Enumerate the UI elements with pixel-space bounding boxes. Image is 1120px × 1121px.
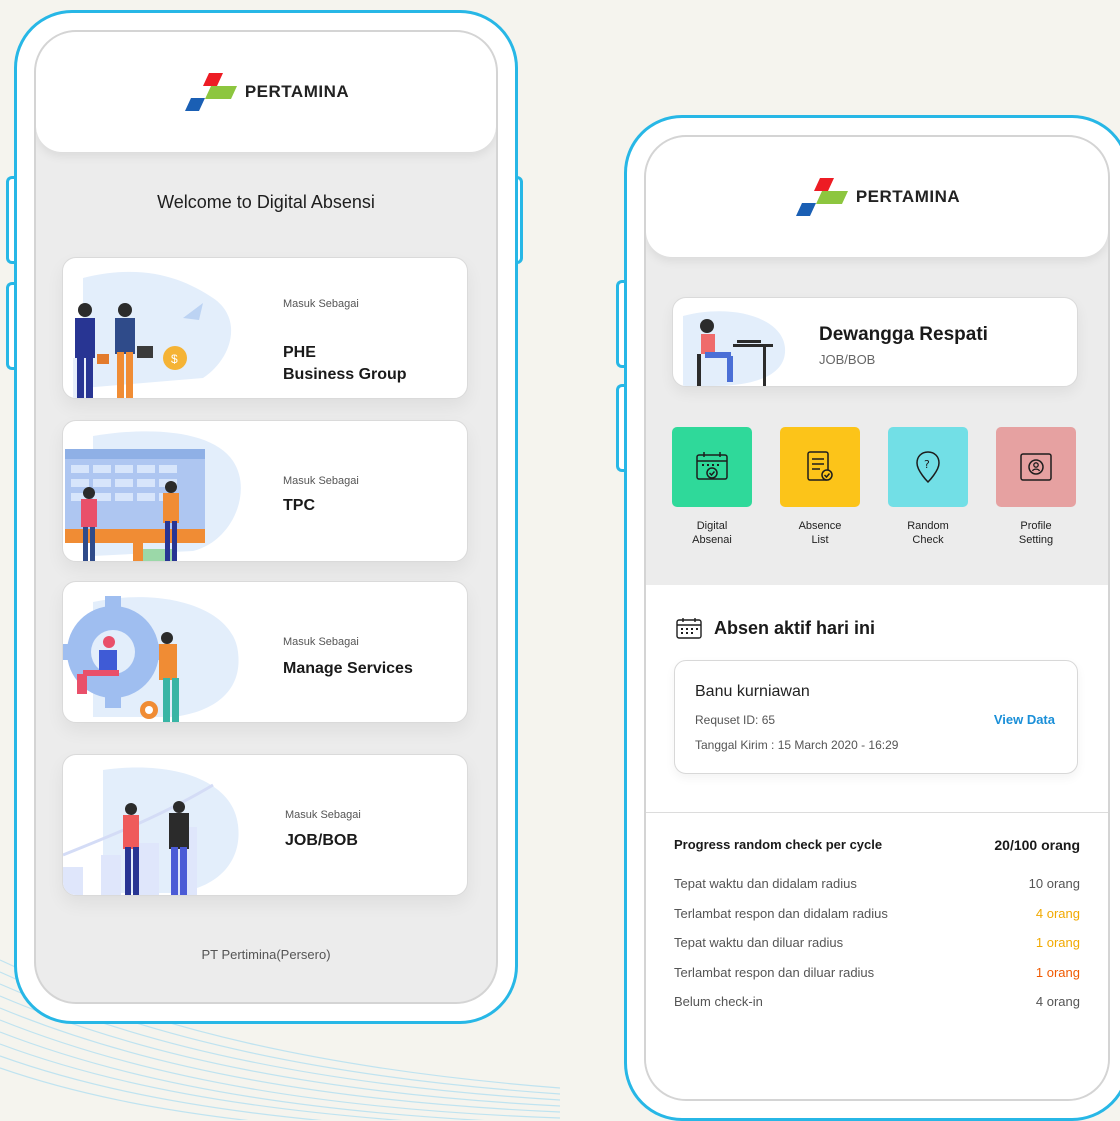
location-question-icon: ? — [916, 451, 940, 484]
calendar-team-illustration — [65, 431, 241, 561]
logo-text: PERTAMINA — [244, 82, 350, 101]
request-card[interactable]: Banu kurniawan Requset ID: 65 Tanggal Ki… — [674, 660, 1078, 774]
menu-label-line1: Absence — [798, 520, 842, 532]
pertamina-logo-icon — [795, 178, 848, 216]
gear-team-illustration — [63, 596, 239, 722]
menu-label-line2: Check — [912, 534, 944, 546]
progress-row: Tepat waktu dan didalam radius 10 orang — [674, 876, 1080, 896]
menu-label-line1: Digital — [696, 520, 728, 532]
absence-list-tile[interactable] — [780, 427, 860, 507]
progress-row: Belum check-in 4 orang — [674, 994, 1080, 1014]
progress-row: Terlambat respon dan didalam radius 4 ora… — [674, 906, 1080, 926]
logo-text: PERTAMINA — [855, 187, 961, 206]
progress-row-value: 1 orang — [1035, 935, 1080, 950]
digital-absensi-tile[interactable] — [672, 427, 752, 507]
role-name: Manage Services — [283, 658, 413, 680]
progress-row-label: Belum check-in — [674, 994, 763, 1009]
profile-role: JOB/BOB — [819, 352, 876, 367]
role-subtitle: Masuk Sebagai — [283, 475, 359, 487]
dashboard-screen: PERTAMINA Dewangga Respati JOB/BOB ? Dig… — [644, 135, 1110, 1101]
progress-row-label: Tepat waktu dan diluar radius — [674, 935, 844, 950]
app-header: PERTAMINA — [36, 32, 496, 152]
menu-label-line2: Setting — [1018, 534, 1054, 546]
role-name-line1: JOB/BOB — [285, 832, 358, 849]
calendar-check-icon — [696, 452, 728, 480]
role-name-line1: PHE — [283, 344, 316, 361]
attendance-panel: Absen aktif hari ini Banu kurniawan Requ… — [646, 585, 1108, 1099]
app-header: PERTAMINA — [646, 137, 1108, 257]
digital-absensi-label: Digital Absenai — [662, 519, 762, 547]
role-name-line2: Business Group — [283, 366, 407, 383]
role-name-line1: Manage Services — [283, 660, 413, 677]
welcome-title: Welcome to Digital Absensi — [157, 192, 375, 212]
section-title-text: Absen aktif hari ini — [714, 617, 876, 638]
progress-title: Progress random check per cycle — [674, 837, 883, 852]
role-name: TPC — [283, 495, 315, 517]
progress-row-value: 4 orang — [1035, 994, 1080, 1009]
role-card-manage-services[interactable]: Masuk Sebagai Manage Services — [62, 581, 468, 723]
document-check-icon — [807, 451, 833, 481]
login-screen: PERTAMINA Welcome to Digital Absensi $ M… — [34, 30, 498, 1004]
progress-row: Terlambat respon dan diluar radius 1 oran… — [674, 965, 1080, 985]
progress-row-label: Terlambat respon dan diluar radius — [674, 964, 875, 980]
phone-frame-dashboard: PERTAMINA Dewangga Respati JOB/BOB ? Dig… — [624, 115, 1120, 1121]
random-check-tile[interactable]: ? — [888, 427, 968, 507]
section-title: Absen aktif hari ini — [676, 617, 875, 639]
role-name-line1: TPC — [283, 497, 315, 514]
profile-name: Dewangga Respati — [819, 324, 988, 345]
divider — [646, 812, 1108, 813]
company-footer: PT Pertimina(Persero) — [201, 947, 331, 962]
progress-row-label: Terlambat respon dan didalam radius — [674, 905, 888, 921]
progress-row-value: 4 orang — [1035, 905, 1080, 921]
menu-label-line1: Profile — [1020, 520, 1052, 532]
profile-card[interactable]: Dewangga Respati JOB/BOB — [672, 297, 1078, 387]
role-subtitle: Masuk Sebagai — [283, 298, 359, 310]
progress-row-value: 1 orang — [1035, 964, 1080, 980]
request-name: Banu kurniawan — [695, 683, 810, 700]
menu-label-line1: Random — [907, 520, 949, 532]
request-id: Requset ID: 65 — [695, 713, 776, 727]
pertamina-logo: PERTAMINA — [794, 176, 960, 218]
progress-row: Tepat waktu dan diluar radius 1 orang — [674, 935, 1080, 955]
absence-list-label: Absence List — [770, 519, 870, 547]
request-date: Tanggal Kirim : 15 March 2020 - 16:29 — [695, 738, 899, 752]
svg-text:$: $ — [171, 352, 178, 366]
progress-row-label: Tepat waktu dan didalam radius — [674, 876, 857, 891]
profile-setting-tile[interactable] — [996, 427, 1076, 507]
growth-handshake-illustration — [63, 767, 239, 895]
random-check-label: Random Check — [878, 519, 978, 547]
progress-total: 20/100 orang — [994, 837, 1080, 853]
role-card-phe[interactable]: $ Masuk Sebagai PHE Business Group — [62, 257, 468, 399]
menu-label-line2: Absenai — [692, 534, 732, 546]
role-name: PHE Business Group — [283, 342, 407, 386]
pertamina-logo-icon — [184, 73, 237, 111]
role-card-tpc[interactable]: Masuk Sebagai TPC — [62, 420, 468, 562]
business-handshake-illustration: $ — [73, 271, 232, 398]
view-data-link[interactable]: View Data — [994, 712, 1055, 727]
profile-setting-label: Profile Setting — [986, 519, 1086, 547]
role-card-job-bob[interactable]: Masuk Sebagai JOB/BOB — [62, 754, 468, 896]
user-working-illustration — [683, 311, 786, 386]
role-subtitle: Masuk Sebagai — [283, 636, 359, 648]
calendar-icon — [676, 618, 702, 639]
svg-text:?: ? — [924, 458, 930, 471]
role-name: JOB/BOB — [285, 830, 358, 852]
phone-frame-login: PERTAMINA Welcome to Digital Absensi $ M… — [14, 10, 518, 1024]
menu-label-line2: List — [811, 534, 829, 546]
profile-id-icon — [1020, 453, 1052, 481]
role-subtitle: Masuk Sebagai — [285, 809, 361, 821]
progress-row-value: 10 orang — [1028, 876, 1080, 891]
pertamina-logo: PERTAMINA — [183, 71, 349, 113]
